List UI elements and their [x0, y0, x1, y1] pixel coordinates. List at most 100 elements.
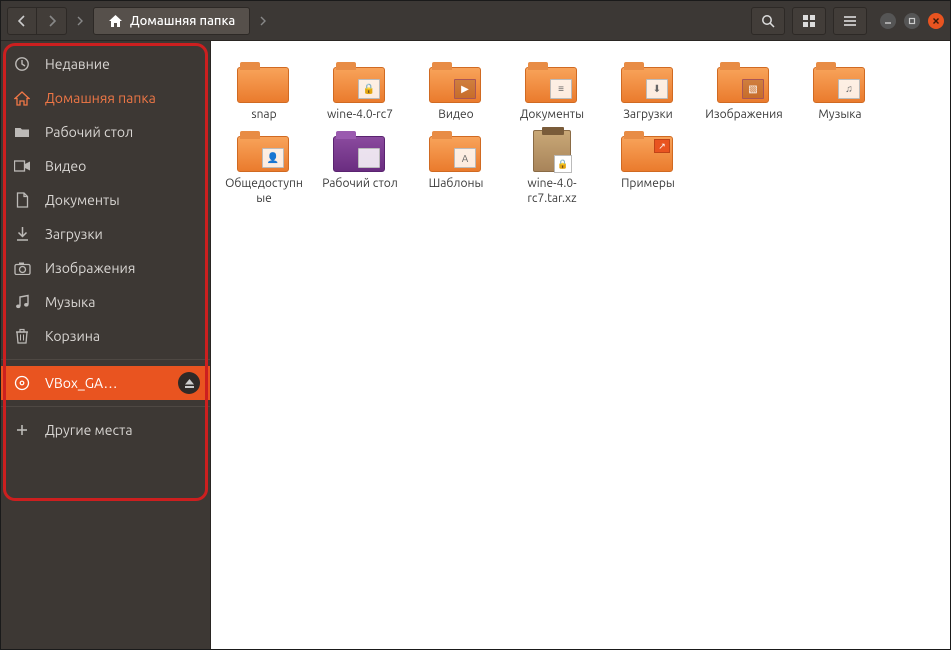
item-label: Шаблоны: [429, 176, 484, 191]
titlebar: Домашняя папка: [1, 1, 950, 41]
hamburger-icon: [843, 15, 857, 27]
doc-icon: [13, 192, 31, 208]
folder-item[interactable]: ⬇ Загрузки: [605, 57, 691, 122]
emblem-icon: 🔒: [554, 155, 572, 173]
view-mode-button[interactable]: [792, 7, 826, 35]
forward-button[interactable]: [37, 7, 67, 35]
folder-item[interactable]: Рабочий стол: [317, 126, 403, 206]
chevron-right-icon: [48, 15, 56, 27]
emblem-icon: 🔒: [358, 79, 380, 99]
download-icon: [13, 226, 31, 242]
folder-item[interactable]: ▧ Изображения: [701, 57, 787, 122]
folder-icon: [237, 67, 289, 103]
folder-icon: ▶: [429, 67, 481, 103]
back-button[interactable]: [7, 7, 37, 35]
folder-icon: ▧: [717, 67, 769, 103]
maximize-button[interactable]: [904, 13, 920, 29]
item-label: wine-4.0-rc7.tar.xz: [509, 176, 595, 206]
sidebar-item[interactable]: Рабочий стол: [1, 115, 210, 149]
folder-item[interactable]: ≡ Документы: [509, 57, 595, 122]
folder-item[interactable]: 👤 Общедоступные: [221, 126, 307, 206]
folder-item[interactable]: snap: [221, 57, 307, 122]
item-label: Музыка: [818, 107, 861, 122]
sidebar-item-label: Рабочий стол: [45, 124, 198, 140]
archive-item[interactable]: 🔒 wine-4.0-rc7.tar.xz: [509, 126, 595, 206]
sidebar-item-label: Корзина: [45, 328, 198, 344]
item-label: Документы: [520, 107, 584, 122]
plus-icon: [13, 423, 31, 437]
icon-wrapper: ▶: [429, 57, 483, 103]
path-home-chip[interactable]: Домашняя папка: [93, 7, 250, 35]
archive-icon: 🔒: [533, 130, 571, 172]
emblem-icon: ▧: [742, 79, 764, 99]
sidebar-item[interactable]: Документы: [1, 183, 210, 217]
minimize-button[interactable]: [880, 13, 896, 29]
chevron-left-icon: [18, 15, 26, 27]
item-label: Рабочий стол: [322, 176, 398, 191]
icon-wrapper: 🔒: [333, 57, 387, 103]
file-manager-window: Домашняя папка: [0, 0, 951, 650]
disc-icon: [13, 375, 31, 391]
sidebar-item-label: Недавние: [45, 56, 198, 72]
folder-icon: ≡: [525, 67, 577, 103]
search-button[interactable]: [751, 7, 785, 35]
item-label: Видео: [438, 107, 473, 122]
path-separator-2: [250, 16, 276, 26]
sidebar-item-label: Музыка: [45, 294, 198, 310]
sidebar-item[interactable]: Другие места: [1, 413, 210, 447]
folder-item[interactable]: A Шаблоны: [413, 126, 499, 206]
icon-wrapper: A: [429, 126, 483, 172]
close-button[interactable]: [928, 13, 944, 29]
item-label: snap: [251, 107, 276, 122]
video-icon: [13, 160, 31, 172]
content-area[interactable]: snap 🔒 wine-4.0-rc7 ▶ Видео ≡ Документы …: [211, 41, 950, 649]
sidebar-item[interactable]: Домашняя папка: [1, 81, 210, 115]
sidebar-divider: [1, 359, 210, 360]
close-icon: [932, 17, 940, 25]
folder-icon: [333, 136, 385, 172]
sidebar-item-label: Домашняя папка: [45, 90, 198, 106]
folder-icon: ↗: [621, 136, 673, 172]
sidebar: Недавние Домашняя папка Рабочий стол Вид…: [1, 41, 211, 649]
folder-icon: ⬇: [621, 67, 673, 103]
sidebar-item[interactable]: Корзина: [1, 319, 210, 353]
body: Недавние Домашняя папка Рабочий стол Вид…: [1, 41, 950, 649]
maximize-icon: [908, 17, 916, 25]
sidebar-item[interactable]: Видео: [1, 149, 210, 183]
folder-item[interactable]: ♫ Музыка: [797, 57, 883, 122]
item-label: Общедоступные: [221, 176, 307, 206]
sidebar-item[interactable]: Загрузки: [1, 217, 210, 251]
sidebar-item-label: Другие места: [45, 422, 198, 438]
chevron-right-icon: [260, 16, 266, 26]
folder-icon: 👤: [237, 136, 289, 172]
folder-item[interactable]: ▶ Видео: [413, 57, 499, 122]
path-label: Домашняя папка: [130, 14, 235, 28]
item-label: Примеры: [621, 176, 675, 191]
sidebar-item[interactable]: VBox_GA…: [1, 366, 210, 400]
folder-item[interactable]: 🔒 wine-4.0-rc7: [317, 57, 403, 122]
music-icon: [13, 294, 31, 310]
menu-button[interactable]: [833, 7, 867, 35]
sidebar-divider: [1, 406, 210, 407]
clock-icon: [13, 56, 31, 72]
camera-icon: [13, 262, 31, 275]
sidebar-item[interactable]: Изображения: [1, 251, 210, 285]
emblem-icon: ⬇: [646, 79, 668, 99]
sidebar-item[interactable]: Недавние: [1, 47, 210, 81]
icon-wrapper: ♫: [813, 57, 867, 103]
search-icon: [761, 14, 775, 28]
emblem-icon: [358, 148, 380, 168]
sidebar-item-label: Загрузки: [45, 226, 198, 242]
folder-icon: [13, 125, 31, 139]
icon-wrapper: 👤: [237, 126, 291, 172]
eject-button[interactable]: [178, 372, 200, 394]
home-icon: [108, 14, 123, 28]
icon-wrapper: ↗: [621, 126, 675, 172]
folder-icon: A: [429, 136, 481, 172]
folder-item[interactable]: ↗ Примеры: [605, 126, 691, 206]
item-label: wine-4.0-rc7: [327, 107, 393, 122]
shortcut-emblem-icon: ↗: [654, 139, 670, 153]
trash-icon: [13, 328, 31, 344]
sidebar-item[interactable]: Музыка: [1, 285, 210, 319]
item-label: Изображения: [705, 107, 782, 122]
